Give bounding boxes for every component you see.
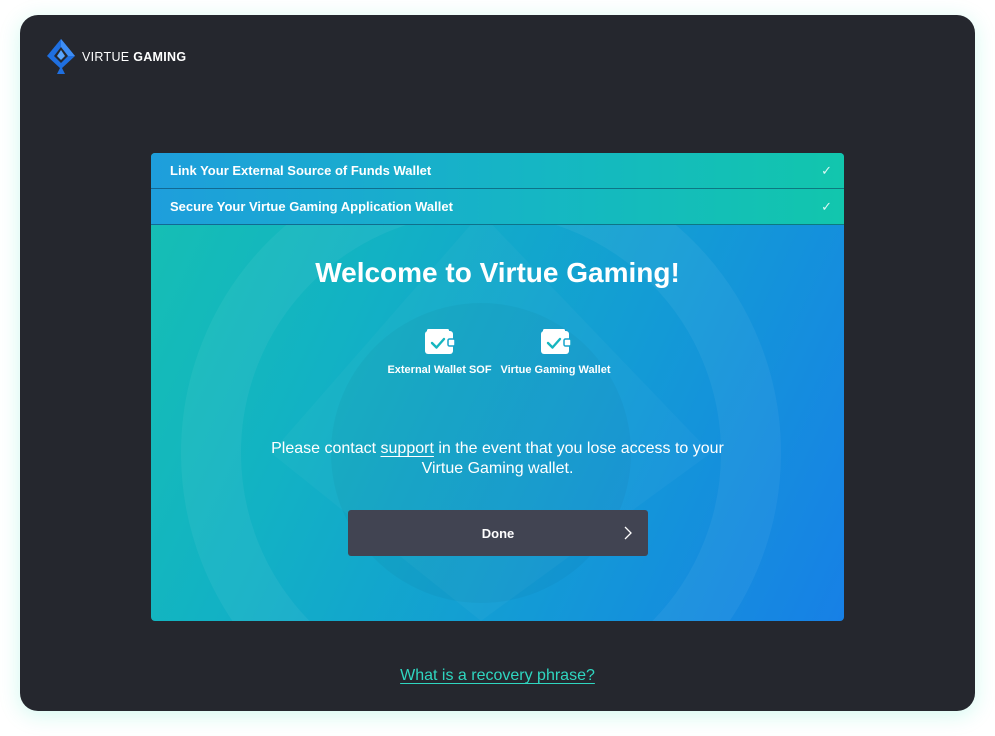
check-icon: ✓ [821, 198, 832, 214]
wallet-check-icon [424, 328, 456, 356]
support-notice-text: Virtue Gaming wallet. [421, 460, 574, 477]
virtue-gaming-wallet-status: Virtue Gaming Wallet [500, 328, 611, 376]
done-button[interactable]: Done [348, 510, 648, 556]
brand[interactable]: VIRTUE GAMING [46, 39, 186, 75]
brand-name: VIRTUE GAMING [82, 50, 186, 64]
brand-name-light: VIRTUE [82, 50, 134, 64]
step-link-external-wallet[interactable]: Link Your External Source of Funds Walle… [151, 153, 844, 189]
wallet-status-group: External Wallet SOF Virtue Gaming Wallet [151, 328, 844, 376]
wallet-check-icon [540, 328, 572, 356]
wallet-label: Virtue Gaming Wallet [500, 364, 611, 376]
virtue-gaming-logo-icon [46, 39, 76, 75]
recovery-phrase-link[interactable]: What is a recovery phrase? [20, 667, 975, 685]
support-link[interactable]: support [381, 440, 434, 457]
brand-name-bold: GAMING [133, 50, 187, 64]
wallet-label: External Wallet SOF [387, 364, 492, 376]
external-wallet-status: External Wallet SOF [386, 328, 494, 376]
welcome-title: Welcome to Virtue Gaming! [315, 257, 680, 288]
step-label: Secure Your Virtue Gaming Application Wa… [170, 199, 453, 214]
onboarding-card: Link Your External Source of Funds Walle… [151, 153, 844, 621]
support-notice: Please contact support in the event that… [151, 439, 844, 479]
app-window: VIRTUE GAMING Link Your External Source … [20, 15, 975, 711]
support-notice-text: Please contact [271, 440, 381, 457]
done-button-label: Done [481, 525, 515, 541]
step-secure-application-wallet[interactable]: Secure Your Virtue Gaming Application Wa… [151, 189, 844, 225]
step-label: Link Your External Source of Funds Walle… [170, 163, 432, 178]
support-notice-text: in the event that you lose access to you… [433, 440, 724, 457]
check-icon: ✓ [821, 162, 832, 178]
chevron-right-icon [624, 526, 632, 540]
